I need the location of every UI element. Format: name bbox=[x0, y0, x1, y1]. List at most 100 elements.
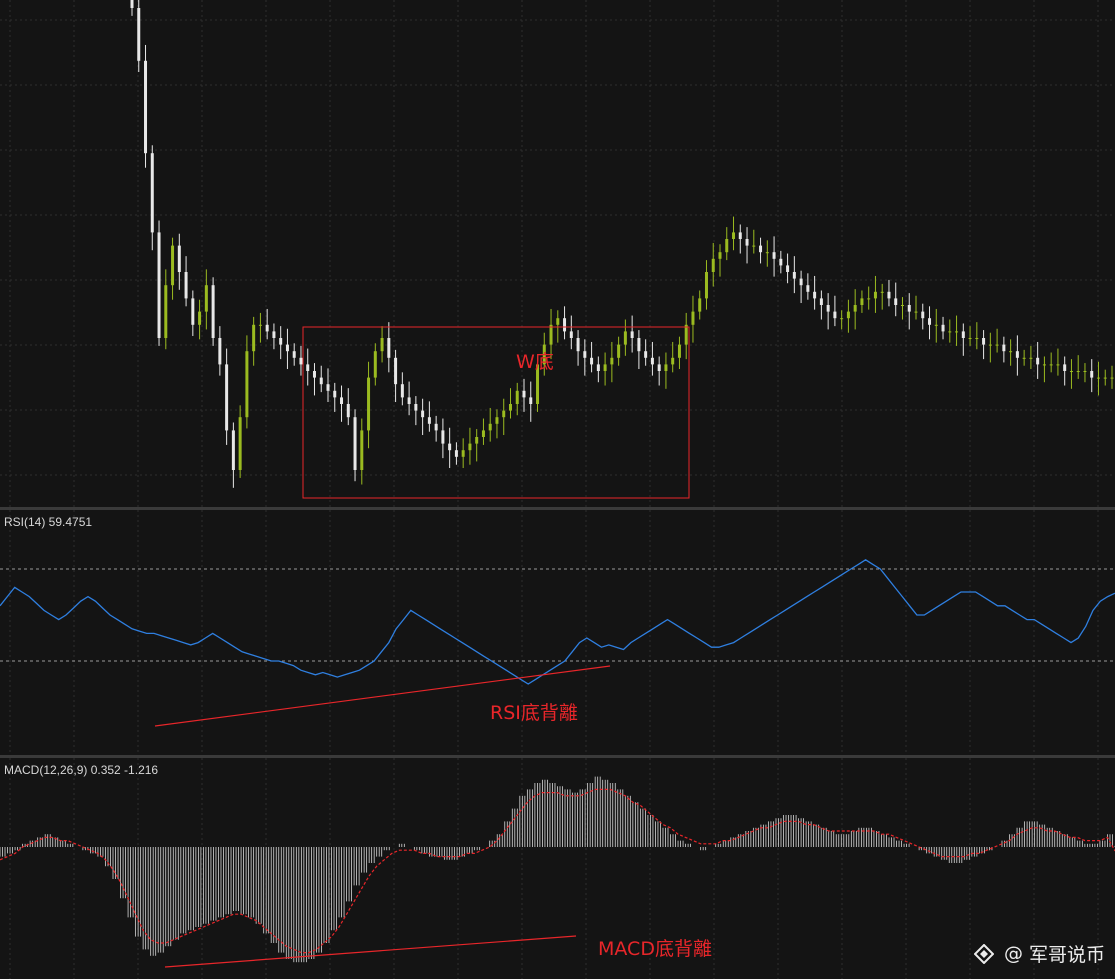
candle-body bbox=[846, 311, 850, 319]
candle-body bbox=[988, 344, 992, 346]
candle-body bbox=[150, 153, 154, 233]
rsi-divergence-annotation: RSI底背離 bbox=[490, 702, 578, 724]
candle-body bbox=[732, 232, 736, 239]
candle-body bbox=[312, 371, 316, 378]
candle-body bbox=[569, 331, 573, 338]
candle-body bbox=[610, 357, 614, 365]
candle-body bbox=[583, 351, 587, 358]
candle-body bbox=[380, 338, 384, 352]
candle-body bbox=[252, 324, 256, 352]
candle-body bbox=[928, 318, 932, 325]
candle-body bbox=[704, 272, 708, 299]
candle-body bbox=[373, 351, 377, 378]
candle-body bbox=[1056, 364, 1060, 366]
candle-body bbox=[177, 245, 181, 272]
candle-body bbox=[421, 410, 425, 418]
candle-body bbox=[191, 298, 195, 325]
candle-body bbox=[1036, 357, 1040, 365]
candle-body bbox=[799, 278, 803, 286]
price-chart-panel: W底 bbox=[0, 0, 1115, 507]
candle-body bbox=[1076, 371, 1080, 372]
candle-body bbox=[623, 331, 627, 345]
rsi-indicator-label: RSI(14) 59.4751 bbox=[4, 515, 93, 529]
candle-body bbox=[164, 285, 168, 338]
candle-body bbox=[448, 443, 452, 451]
candle-body bbox=[225, 364, 229, 431]
candle-body bbox=[1110, 377, 1114, 379]
candle-body bbox=[1096, 377, 1100, 379]
candle-body bbox=[502, 410, 506, 418]
candle-body bbox=[576, 338, 580, 352]
candle-body bbox=[603, 364, 607, 371]
candle-body bbox=[725, 239, 729, 253]
candle-body bbox=[630, 331, 634, 338]
candle-body bbox=[556, 318, 560, 325]
candle-body bbox=[279, 338, 283, 345]
candle-body bbox=[826, 305, 830, 312]
candle-body bbox=[285, 344, 289, 352]
candle-body bbox=[1042, 364, 1046, 366]
candle-body bbox=[414, 404, 418, 411]
candle-body bbox=[488, 423, 492, 431]
candle-body bbox=[522, 390, 526, 398]
candle-body bbox=[637, 338, 641, 352]
candle-body bbox=[529, 397, 533, 404]
candle-body bbox=[894, 298, 898, 305]
candle-body bbox=[319, 377, 323, 385]
candle-body bbox=[752, 245, 756, 247]
diamond-logo-icon bbox=[973, 943, 994, 964]
candle-body bbox=[786, 265, 790, 272]
candle-body bbox=[765, 252, 769, 254]
candle-body bbox=[590, 357, 594, 365]
candle-body bbox=[617, 344, 621, 358]
rsi-line bbox=[0, 559, 1115, 685]
candle-body bbox=[218, 338, 222, 365]
macd-indicator-panel: MACD(12,26,9) 0.352 -1.216 MACD底背離 bbox=[0, 758, 1115, 979]
candle-body bbox=[671, 357, 675, 365]
candle-body bbox=[860, 298, 864, 305]
watermark: @ 军哥说币 bbox=[973, 940, 1105, 967]
candle-body bbox=[995, 344, 999, 346]
candle-body bbox=[961, 331, 965, 338]
candle-body bbox=[427, 417, 431, 424]
candle-body bbox=[711, 258, 715, 272]
candle-body bbox=[1069, 371, 1073, 372]
candle-body bbox=[481, 430, 485, 437]
candle-body bbox=[258, 324, 262, 326]
candle-body bbox=[130, 0, 134, 8]
candle-body bbox=[1022, 357, 1026, 359]
candle-body bbox=[495, 417, 499, 424]
candle-body bbox=[738, 232, 742, 239]
candle-body bbox=[326, 384, 330, 391]
candle-body bbox=[204, 285, 208, 312]
candle-body bbox=[934, 324, 938, 326]
macd-histogram bbox=[0, 776, 1115, 963]
macd-divergence-annotation: MACD底背離 bbox=[598, 938, 712, 960]
candle-body bbox=[400, 384, 404, 398]
candle-body bbox=[873, 291, 877, 299]
candle-body bbox=[394, 357, 398, 385]
candle-body bbox=[1009, 351, 1013, 353]
candle-body bbox=[596, 364, 600, 371]
macd-divergence-line bbox=[164, 935, 577, 968]
candle-body bbox=[1049, 364, 1053, 366]
candle-body bbox=[657, 364, 661, 371]
watermark-text: 军哥说币 bbox=[1028, 944, 1105, 966]
candle-body bbox=[198, 311, 202, 325]
candle-body bbox=[549, 324, 553, 345]
macd-indicator-label: MACD(12,26,9) 0.352 -1.216 bbox=[4, 763, 159, 777]
candle-body bbox=[948, 331, 952, 333]
candlestick-chart bbox=[0, 0, 1115, 507]
candle-body bbox=[441, 430, 445, 444]
candle-body bbox=[367, 377, 371, 431]
candle-body bbox=[745, 239, 749, 246]
candle-body bbox=[806, 285, 810, 292]
candle-body bbox=[968, 338, 972, 339]
candle-body bbox=[907, 305, 911, 312]
w-bottom-box bbox=[302, 326, 690, 499]
candle-body bbox=[184, 272, 188, 299]
candle-body bbox=[475, 437, 479, 444]
candle-body bbox=[461, 450, 465, 457]
candle-body bbox=[1002, 344, 1006, 352]
candle-body bbox=[644, 351, 648, 358]
